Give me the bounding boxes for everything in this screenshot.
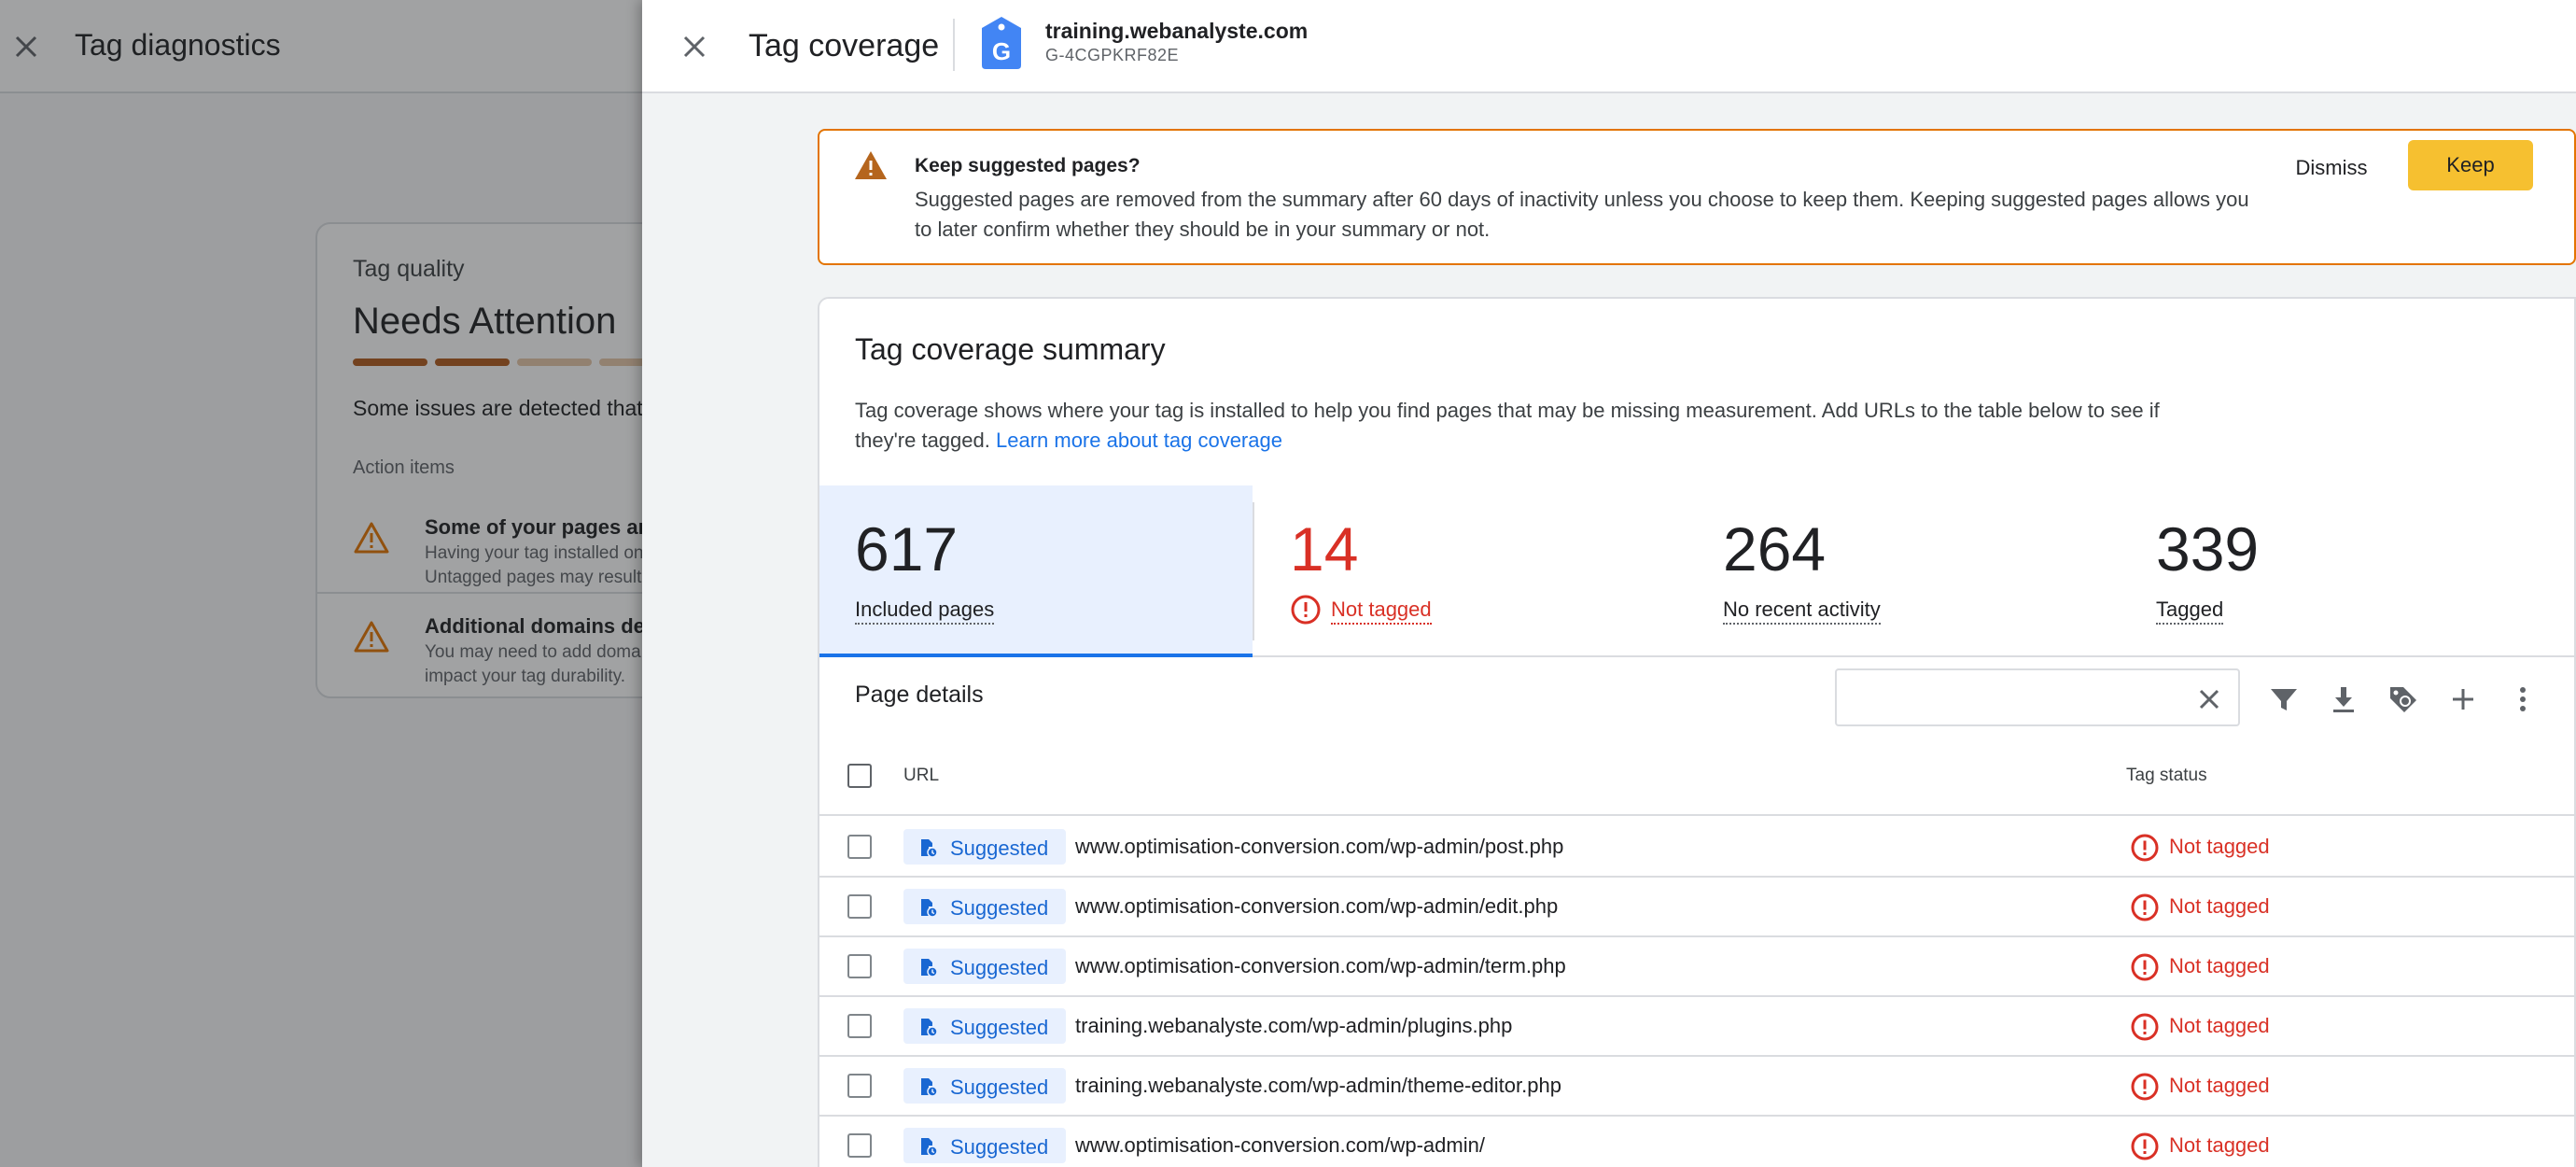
- dismiss-button[interactable]: Dismiss: [2264, 140, 2399, 196]
- metric-label: Included pages: [855, 598, 995, 625]
- error-icon: [2131, 953, 2159, 981]
- suggested-chip: Suggested: [903, 889, 1066, 924]
- keep-button[interactable]: Keep: [2408, 140, 2533, 190]
- row-checkbox[interactable]: [847, 954, 872, 978]
- error-icon: [2131, 1073, 2159, 1101]
- table-row[interactable]: Suggested www.optimisation-conversion.com…: [819, 1117, 2574, 1167]
- modal-scrim[interactable]: [0, 0, 642, 1167]
- google-tag-icon: G: [982, 17, 1021, 69]
- error-icon: [2131, 834, 2159, 862]
- svg-text:G: G: [992, 37, 1011, 65]
- page-details-title: Page details: [855, 682, 984, 708]
- metric-value: 339: [2156, 514, 2260, 584]
- clear-icon[interactable]: [2193, 683, 2225, 715]
- banner-title: Keep suggested pages?: [915, 155, 1141, 176]
- suggested-page-icon: [921, 899, 938, 918]
- suggested-chip: Suggested: [903, 1068, 1066, 1104]
- suggested-chip: Suggested: [903, 1008, 1066, 1044]
- table-row[interactable]: Suggested training.webanalyste.com/wp-adm…: [819, 1057, 2574, 1117]
- suggested-chip: Suggested: [903, 829, 1066, 865]
- tag-coverage-summary-card: Tag coverage summary Tag coverage shows …: [818, 297, 2576, 1167]
- metric-value: 264: [1723, 514, 1827, 584]
- metric-included-pages[interactable]: 617 Included pages: [819, 485, 1253, 657]
- table-row[interactable]: Suggested training.webanalyste.com/wp-adm…: [819, 997, 2574, 1057]
- table-header: URL Tag status: [819, 738, 2574, 816]
- add-icon[interactable]: [2445, 682, 2481, 717]
- metric-value: 14: [1290, 514, 1359, 584]
- table-row[interactable]: Suggested www.optimisation-conversion.com…: [819, 878, 2574, 937]
- chip-label: Suggested: [950, 1016, 1049, 1039]
- suggested-chip: Suggested: [903, 1128, 1066, 1163]
- row-url: training.webanalyste.com/wp-admin/theme-…: [1075, 1074, 1561, 1097]
- error-icon: [1291, 595, 1321, 625]
- chip-label: Suggested: [950, 956, 1049, 979]
- row-checkbox[interactable]: [847, 1014, 872, 1038]
- error-icon: [2131, 893, 2159, 921]
- metric-label: Not tagged: [1331, 598, 1432, 625]
- drawer-header: Tag coverage G training.webanalyste.com …: [642, 0, 2576, 93]
- tag-status: Not tagged: [2169, 1133, 2270, 1157]
- warning-icon: [855, 151, 887, 179]
- filter-icon[interactable]: [2266, 682, 2302, 717]
- tag-status: Not tagged: [2169, 1014, 2270, 1037]
- suggested-page-icon: [921, 1019, 938, 1037]
- suggested-chip: Suggested: [903, 949, 1066, 984]
- banner-text: Suggested pages are removed from the sum…: [915, 188, 2249, 241]
- metric-label: Tagged: [2156, 598, 2224, 625]
- tag-status: Not tagged: [2169, 1074, 2270, 1097]
- measurement-id: G-4CGPKRF82E: [1045, 46, 1180, 64]
- tag-icon[interactable]: [2386, 682, 2421, 717]
- row-url: www.optimisation-conversion.com/wp-admin…: [1075, 894, 1559, 918]
- site-name: training.webanalyste.com: [1045, 19, 1309, 43]
- table-row[interactable]: Suggested www.optimisation-conversion.com…: [819, 937, 2574, 997]
- suggested-page-icon: [921, 1078, 938, 1097]
- row-url: www.optimisation-conversion.com/wp-admin…: [1075, 835, 1564, 858]
- summary-description: Tag coverage shows where your tag is ins…: [855, 396, 2162, 456]
- drawer-title: Tag coverage: [749, 28, 940, 63]
- error-icon: [2131, 1132, 2159, 1160]
- select-all-checkbox[interactable]: [847, 764, 872, 788]
- learn-more-link[interactable]: Learn more about tag coverage: [996, 429, 1282, 452]
- more-vert-icon[interactable]: [2505, 682, 2541, 717]
- column-header-tag-status[interactable]: Tag status: [2126, 766, 2207, 786]
- coverage-metrics: 617 Included pages 14 Not tagged 264 No …: [819, 485, 2574, 657]
- summary-title: Tag coverage summary: [855, 332, 1166, 366]
- download-icon[interactable]: [2326, 682, 2361, 717]
- chip-label: Suggested: [950, 1135, 1049, 1159]
- row-checkbox[interactable]: [847, 1133, 872, 1158]
- chip-label: Suggested: [950, 896, 1049, 920]
- row-url: www.optimisation-conversion.com/wp-admin…: [1075, 1133, 1485, 1157]
- metric-tagged[interactable]: 339 Tagged: [2121, 485, 2554, 657]
- tag-coverage-drawer: Tag coverage G training.webanalyste.com …: [642, 0, 2576, 1167]
- tag-status: Not tagged: [2169, 894, 2270, 918]
- search-input[interactable]: [1835, 668, 2240, 726]
- metric-not-tagged[interactable]: 14 Not tagged: [1254, 485, 1687, 657]
- metric-value: 617: [855, 514, 959, 584]
- tag-status: Not tagged: [2169, 954, 2270, 977]
- row-checkbox[interactable]: [847, 835, 872, 859]
- error-icon: [2131, 1013, 2159, 1041]
- row-checkbox[interactable]: [847, 1074, 872, 1098]
- metric-no-recent-activity[interactable]: 264 No recent activity: [1687, 485, 2121, 657]
- chip-label: Suggested: [950, 1076, 1049, 1099]
- tag-status: Not tagged: [2169, 835, 2270, 858]
- metric-label: No recent activity: [1723, 598, 1881, 625]
- row-url: training.webanalyste.com/wp-admin/plugin…: [1075, 1014, 1513, 1037]
- keep-suggested-pages-banner: Keep suggested pages? Suggested pages ar…: [818, 129, 2576, 265]
- row-checkbox[interactable]: [847, 894, 872, 919]
- row-url: www.optimisation-conversion.com/wp-admin…: [1075, 954, 1566, 977]
- chip-label: Suggested: [950, 837, 1049, 860]
- suggested-page-icon: [921, 959, 938, 977]
- suggested-page-icon: [921, 1138, 938, 1157]
- close-icon[interactable]: [676, 28, 713, 65]
- suggested-page-icon: [921, 839, 938, 858]
- column-header-url[interactable]: URL: [903, 766, 939, 786]
- header-divider: [953, 19, 955, 71]
- table-row[interactable]: Suggested www.optimisation-conversion.com…: [819, 818, 2574, 878]
